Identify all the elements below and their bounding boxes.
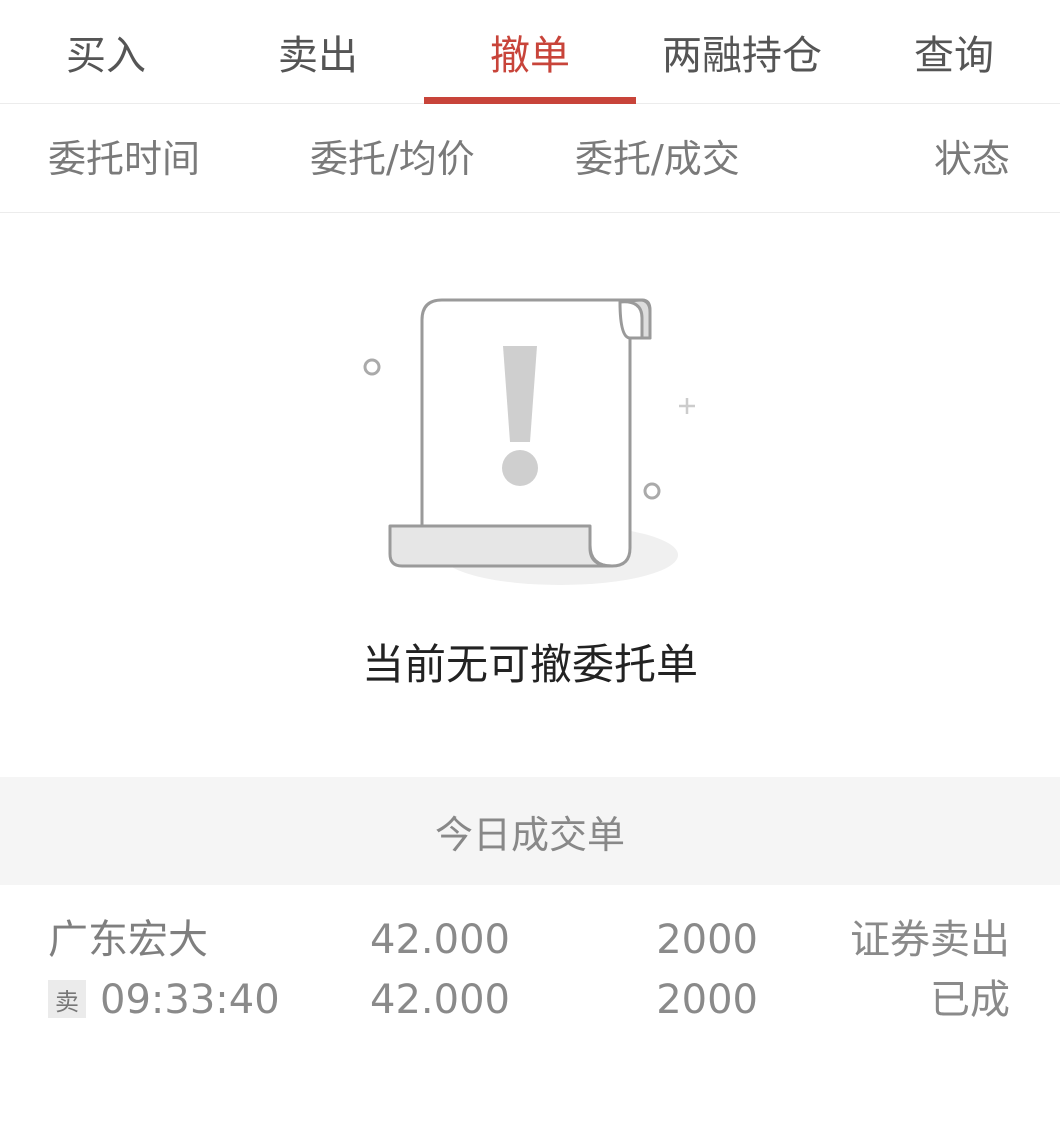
stock-name: 广东宏大 (48, 917, 208, 963)
col-order-qty: 委托/成交 (575, 137, 740, 181)
tab-margin-positions[interactable]: 两融持仓 (636, 0, 848, 104)
col-order-price: 委托/均价 (310, 137, 475, 181)
trade-type: 证券卖出 (850, 917, 1010, 963)
col-status: 状态 (933, 137, 1010, 181)
empty-state-message: 当前无可撤委托单 (361, 640, 698, 689)
col-order-time: 委托时间 (48, 137, 201, 181)
tab-query[interactable]: 查询 (848, 0, 1060, 104)
filled-qty: 2000 (656, 977, 758, 1023)
tab-sell[interactable]: 卖出 (212, 0, 424, 104)
trade-status: 已成 (930, 977, 1010, 1023)
order-price: 42.000 (370, 917, 510, 963)
side-badge-sell: 卖 (48, 980, 86, 1018)
document-warning-icon (363, 298, 695, 585)
trade-tabs: 买入 卖出 撤单 两融持仓 查询 (0, 0, 1060, 104)
active-tab-indicator (424, 97, 636, 104)
today-trades-header: 今日成交单 (0, 777, 1060, 885)
tab-buy[interactable]: 买入 (0, 0, 212, 104)
tab-cancel[interactable]: 撤单 (424, 0, 636, 104)
column-header: 委托时间 委托/均价 委托/成交 状态 (0, 105, 1060, 213)
avg-price: 42.000 (370, 977, 510, 1023)
order-qty: 2000 (656, 917, 758, 963)
trade-row[interactable]: 广东宏大 卖 09:33:40 42.000 42.000 2000 2000 … (0, 905, 1060, 1035)
trade-time: 09:33:40 (100, 977, 280, 1023)
